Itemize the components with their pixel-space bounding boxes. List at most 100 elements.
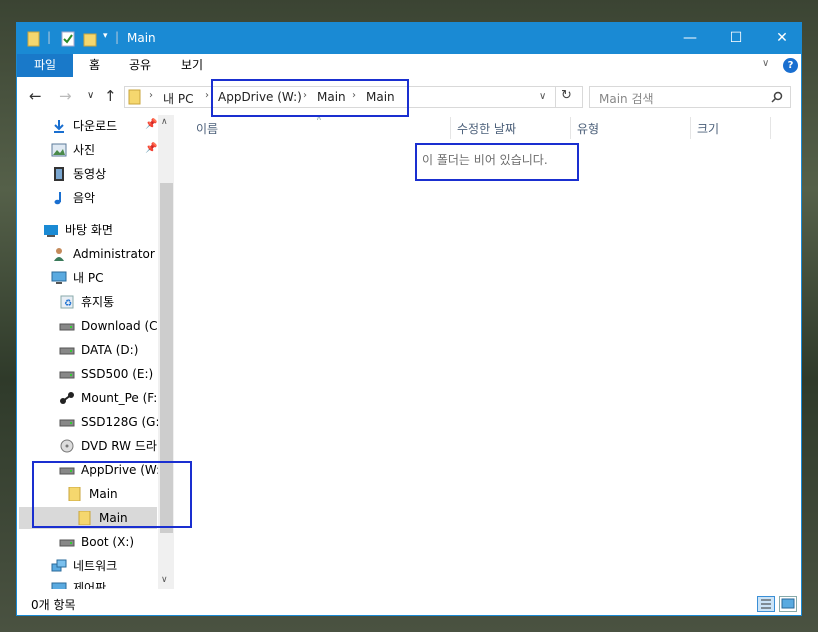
back-arrow-icon[interactable]: ← (29, 87, 42, 105)
tab-file[interactable]: 파일 (17, 54, 73, 77)
separator: | (115, 30, 120, 44)
breadcrumb-this-pc[interactable]: 내 PC (163, 90, 193, 107)
address-dropdown-icon[interactable]: ∨ (539, 91, 546, 102)
control-panel-icon (51, 582, 67, 589)
details-view-icon (761, 599, 771, 609)
large-icons-view-icon (781, 598, 795, 609)
tab-view[interactable]: 보기 (169, 54, 215, 77)
file-list-pane: ∧ 이름 수정한 날짜 유형 크기 이 폴더는 비어 있습니다. (176, 113, 801, 589)
nav-item-label: 음악 (73, 191, 96, 205)
nav-item-administrator[interactable]: Administrator (51, 243, 155, 265)
expand-ribbon-icon[interactable]: ∨ (762, 58, 769, 69)
nav-item-pictures[interactable]: 사진 (51, 139, 95, 161)
divider (555, 87, 556, 107)
new-folder-icon[interactable] (83, 31, 97, 47)
nav-item-recycle-bin[interactable]: ♻ 휴지통 (59, 291, 114, 313)
nav-item-control-panel[interactable]: 제어판 (51, 577, 106, 589)
column-header-date-modified[interactable]: 수정한 날짜 (457, 119, 516, 139)
search-box[interactable]: Main 검색 (589, 86, 791, 108)
drive-icon (59, 371, 75, 378)
ribbon-tab-bar: 파일 홈 공유 보기 ∨ ? (17, 54, 801, 77)
search-icon[interactable] (771, 91, 783, 103)
properties-icon[interactable] (61, 31, 75, 47)
search-input[interactable]: Main 검색 (599, 90, 654, 107)
nav-item-label: 내 PC (73, 271, 104, 285)
details-view-button[interactable] (757, 596, 775, 612)
this-pc-icon (51, 271, 67, 284)
drive-icon (59, 539, 75, 546)
maximize-button[interactable]: ☐ (713, 23, 759, 54)
forward-arrow-icon[interactable]: → (59, 87, 72, 105)
annotation-box-address (211, 79, 409, 117)
column-header-type[interactable]: 유형 (577, 119, 599, 139)
nav-item-drive-e[interactable]: SSD500 (E:) (59, 363, 153, 385)
title-bar: | ▾ | Main — ☐ ✕ (17, 23, 801, 54)
user-icon (54, 247, 64, 261)
close-button[interactable]: ✕ (759, 23, 805, 54)
refresh-icon[interactable]: ↻ (561, 88, 572, 103)
download-icon (54, 119, 64, 133)
up-arrow-icon[interactable]: ↑ (104, 87, 117, 105)
network-icon (51, 559, 67, 571)
minimize-button[interactable]: — (667, 23, 713, 54)
nav-item-drive-f[interactable]: Mount_Pe (F:) (59, 387, 162, 409)
nav-item-drive-x[interactable]: Boot (X:) (59, 531, 134, 553)
pictures-icon (51, 143, 67, 156)
nav-item-drive-g[interactable]: SSD128G (G:) (59, 411, 164, 433)
drive-icon (59, 347, 75, 354)
pin-icon[interactable]: 📌 (145, 143, 157, 154)
address-row: ← → ∨ ↑ › 내 PC › AppDrive (W:) › Main › … (17, 77, 801, 115)
scroll-up-icon[interactable]: ∧ (161, 117, 168, 127)
nav-item-label: DVD RW 드라 (81, 439, 157, 453)
nav-item-desktop[interactable]: 바탕 화면 (43, 219, 113, 241)
nav-item-drive-d[interactable]: DATA (D:) (59, 339, 138, 361)
annotation-box-nav-tree (32, 461, 192, 528)
recent-locations-icon[interactable]: ∨ (87, 90, 94, 101)
nav-item-label: Administrator (73, 247, 155, 261)
status-bar: 0개 항목 (17, 593, 801, 615)
chevron-right-icon[interactable]: › (149, 90, 153, 101)
nav-item-label: Download (C:) (81, 319, 167, 333)
chevron-right-icon[interactable]: › (205, 90, 209, 101)
nav-item-label: 제어판 (73, 581, 107, 589)
music-icon (54, 191, 61, 204)
nav-item-label: DATA (D:) (81, 343, 139, 357)
desktop-icon (44, 224, 58, 237)
nav-item-this-pc[interactable]: 내 PC (51, 267, 103, 289)
nav-item-network[interactable]: 네트워크 (51, 555, 117, 577)
nav-item-label: SSD128G (G:) (81, 415, 165, 429)
nav-item-dvd[interactable]: DVD RW 드라 (59, 435, 157, 457)
pin-icon[interactable]: 📌 (145, 119, 157, 130)
nav-item-label: 휴지통 (81, 295, 115, 309)
annotation-box-empty-message (415, 143, 579, 181)
nav-item-music[interactable]: 음악 (51, 187, 95, 209)
nav-item-videos[interactable]: 동영상 (51, 163, 106, 185)
drive-icon (59, 419, 75, 426)
column-divider[interactable] (690, 117, 691, 139)
column-divider[interactable] (450, 117, 451, 139)
folder-icon (27, 31, 40, 47)
tab-share[interactable]: 공유 (117, 54, 163, 77)
nav-item-label: SSD500 (E:) (81, 367, 154, 381)
nav-item-label: 다운로드 (73, 119, 118, 133)
column-divider[interactable] (570, 117, 571, 139)
column-header-size[interactable]: 크기 (697, 119, 719, 139)
customize-toolbar-icon[interactable]: ▾ (103, 31, 108, 47)
folder-icon (128, 89, 141, 105)
nav-item-label: Boot (X:) (81, 535, 135, 549)
svg-text:♻: ♻ (64, 299, 72, 309)
window-title: Main (127, 31, 156, 45)
nav-item-label: Mount_Pe (F:) (81, 391, 162, 405)
scroll-down-icon[interactable]: ∨ (161, 575, 168, 585)
videos-icon (54, 166, 64, 181)
nav-item-label: 네트워크 (73, 559, 118, 573)
tab-home[interactable]: 홈 (77, 54, 112, 77)
nav-item-drive-c[interactable]: Download (C:) (59, 315, 166, 337)
dvd-icon (60, 439, 74, 452)
explorer-window: | ▾ | Main — ☐ ✕ 파일 홈 공유 보기 ∨ ? ← → ∨ ↑ … (16, 22, 802, 616)
nav-item-downloads[interactable]: 다운로드 (51, 115, 117, 137)
column-divider[interactable] (770, 117, 771, 139)
large-icons-view-button[interactable] (779, 596, 797, 612)
column-header-name[interactable]: 이름 (196, 119, 218, 139)
help-icon[interactable]: ? (783, 58, 798, 73)
